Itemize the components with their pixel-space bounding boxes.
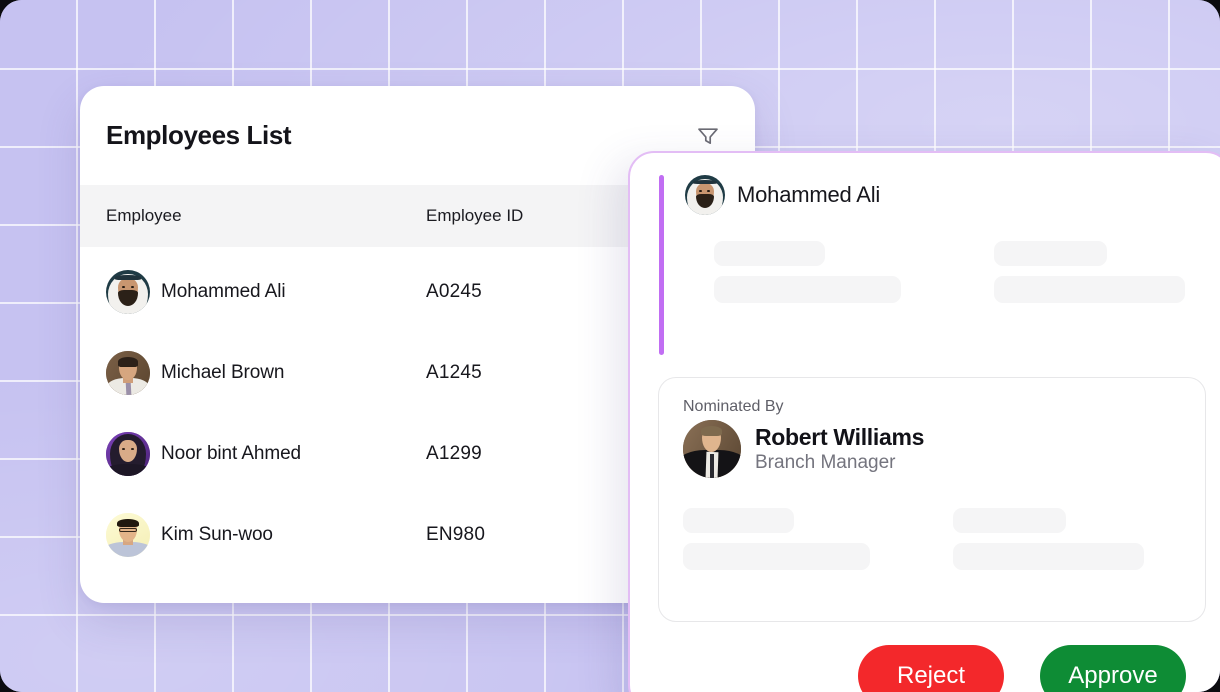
- nominator-name: Robert Williams: [755, 424, 925, 450]
- skeleton-placeholder: [714, 276, 901, 303]
- robert-williams-avatar: [683, 420, 741, 478]
- employee-detail-panel: Mohammed Ali Nominated By Robert William…: [628, 151, 1220, 692]
- column-header-employee: Employee: [106, 206, 182, 225]
- page-title: Employees List: [106, 120, 292, 150]
- employee-id-value: A1299: [426, 442, 482, 464]
- cell-employee: Mohammed Ali: [106, 269, 426, 314]
- employee-name: Michael Brown: [161, 361, 285, 383]
- employee-name: Kim Sun-woo: [161, 523, 273, 545]
- nominator-role: Branch Manager: [755, 452, 896, 473]
- nominated-skeleton-group: [683, 508, 1181, 570]
- mohammed-ali-avatar: [685, 175, 725, 215]
- nominator: Robert Williams Branch Manager: [683, 420, 1181, 478]
- app-canvas: Employees List Employee Employee ID Moha…: [0, 0, 1220, 692]
- cell-employee: Michael Brown: [106, 350, 426, 395]
- skeleton-placeholder: [683, 508, 794, 533]
- skeleton-placeholder: [994, 276, 1185, 303]
- mohammed-ali-avatar: [106, 269, 150, 314]
- nominated-by-card: Nominated By Robert Williams Branch Mana…: [658, 377, 1206, 622]
- column-header-employee-id: Employee ID: [426, 206, 524, 225]
- detail-skeleton-group: [662, 215, 1204, 303]
- cell-employee: Kim Sun-woo: [106, 512, 426, 557]
- approve-button[interactable]: Approve: [1040, 645, 1186, 692]
- kim-sun-woo-avatar: [106, 512, 150, 557]
- skeleton-placeholder: [953, 543, 1144, 570]
- nominator-text: Robert Williams Branch Manager: [755, 424, 924, 474]
- nominated-by-label: Nominated By: [683, 398, 784, 415]
- michael-brown-avatar: [106, 350, 150, 395]
- skeleton-placeholder: [683, 543, 870, 570]
- employee-name: Mohammed Ali: [161, 280, 286, 302]
- employee-id-value: EN980: [426, 523, 486, 545]
- filter-funnel-icon: [697, 126, 719, 146]
- detail-person-name: Mohammed Ali: [737, 182, 881, 207]
- employee-id-value: A0245: [426, 280, 482, 302]
- reject-button[interactable]: Reject: [858, 645, 1004, 692]
- noor-bint-ahmed-avatar: [106, 431, 150, 476]
- detail-person: Mohammed Ali: [662, 175, 1204, 215]
- cell-employee: Noor bint Ahmed: [106, 431, 426, 476]
- employee-name: Noor bint Ahmed: [161, 442, 302, 464]
- detail-actions: Reject Approve: [858, 645, 1186, 692]
- skeleton-placeholder: [714, 241, 825, 266]
- filter-button[interactable]: [691, 119, 725, 153]
- skeleton-placeholder: [953, 508, 1066, 533]
- employee-id-value: A1245: [426, 361, 482, 383]
- skeleton-placeholder: [994, 241, 1107, 266]
- detail-header: Mohammed Ali: [630, 153, 1220, 313]
